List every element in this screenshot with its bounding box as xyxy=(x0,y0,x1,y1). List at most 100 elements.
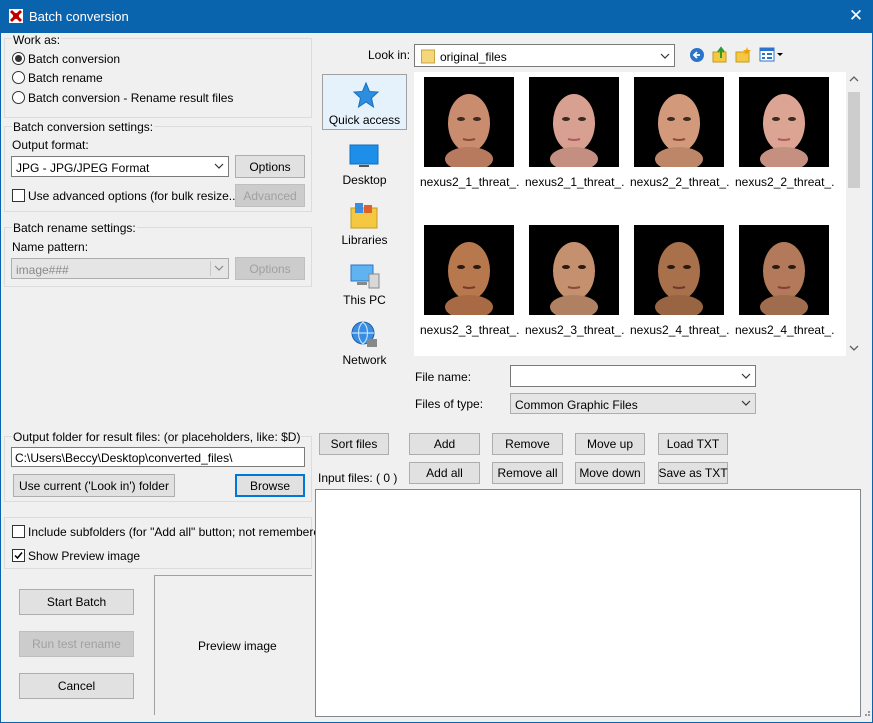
remove-button[interactable]: Remove xyxy=(492,433,563,455)
radio-batch-conversion[interactable] xyxy=(12,52,25,65)
window-title: Batch conversion xyxy=(29,9,129,24)
radio-conversion-rename-label[interactable]: Batch conversion - Rename result files xyxy=(28,91,233,105)
place-desktop[interactable]: Desktop xyxy=(322,141,407,193)
advanced-options-label[interactable]: Use advanced options (for bulk resize...… xyxy=(28,189,243,203)
rename-settings-label: Batch rename settings: xyxy=(12,221,137,235)
libraries-icon xyxy=(349,202,379,233)
place-this-pc[interactable]: This PC xyxy=(322,261,407,313)
save-as-txt-button[interactable]: Save as TXT xyxy=(658,462,728,484)
file-name[interactable]: nexus2_2_threat_... xyxy=(735,175,835,189)
files-of-type-label: Files of type: xyxy=(415,397,484,411)
file-thumbnail[interactable] xyxy=(634,77,724,167)
file-name[interactable]: nexus2_1_threat_... xyxy=(420,175,520,189)
show-preview-checkbox[interactable] xyxy=(12,549,25,562)
radio-batch-rename-label[interactable]: Batch rename xyxy=(28,71,103,85)
cancel-button[interactable]: Cancel xyxy=(19,673,134,699)
place-libraries[interactable]: Libraries xyxy=(322,201,407,253)
move-down-button[interactable]: Move down xyxy=(575,462,645,484)
file-thumbnail[interactable] xyxy=(634,225,724,315)
place-quick-access[interactable]: Quick access xyxy=(322,74,407,130)
browse-button[interactable]: Browse xyxy=(235,474,305,497)
network-icon xyxy=(349,321,379,352)
show-preview-label[interactable]: Show Preview image xyxy=(28,549,140,563)
file-name-input[interactable] xyxy=(510,365,756,387)
up-folder-icon[interactable] xyxy=(712,46,728,66)
chevron-down-icon xyxy=(741,396,751,413)
divider xyxy=(210,261,211,276)
look-in-label: Look in: xyxy=(368,48,411,62)
file-name[interactable]: nexus2_3_threat_... xyxy=(525,323,625,337)
input-files-label: Input files: ( 0 ) xyxy=(318,471,398,485)
chevron-down-icon[interactable] xyxy=(741,369,751,386)
output-folder-input[interactable]: C:\Users\Beccy\Desktop\converted_files\ xyxy=(11,447,305,467)
file-thumbnail[interactable] xyxy=(739,225,829,315)
file-name[interactable]: nexus2_3_threat_... xyxy=(420,323,520,337)
file-name[interactable]: nexus2_4_threat_... xyxy=(630,323,730,337)
look-in-value: original_files xyxy=(440,50,507,64)
new-folder-icon[interactable] xyxy=(735,46,752,66)
start-batch-button[interactable]: Start Batch xyxy=(19,589,134,615)
file-thumbnail[interactable] xyxy=(529,225,619,315)
conversion-settings-label: Batch conversion settings: xyxy=(12,120,155,134)
output-folder-path: C:\Users\Beccy\Desktop\converted_files\ xyxy=(15,451,233,465)
app-icon xyxy=(8,8,24,24)
place-label: Desktop xyxy=(342,173,387,187)
star-icon xyxy=(352,81,380,112)
add-all-button[interactable]: Add all xyxy=(409,462,480,484)
look-in-select[interactable]: original_files xyxy=(414,44,675,67)
output-format-select[interactable]: JPG - JPG/JPEG Format xyxy=(11,156,229,177)
title-bar: Batch conversion ✕ xyxy=(0,0,873,33)
view-menu-icon[interactable] xyxy=(759,47,785,66)
advanced-button[interactable]: Advanced xyxy=(235,184,305,207)
file-thumbnail[interactable] xyxy=(424,77,514,167)
advanced-options-checkbox[interactable] xyxy=(12,189,25,202)
file-name[interactable]: nexus2_2_threat_... xyxy=(630,175,730,189)
close-icon[interactable]: ✕ xyxy=(843,4,869,28)
work-as-label: Work as: xyxy=(12,33,62,47)
sort-files-button[interactable]: Sort files xyxy=(319,433,389,455)
run-test-rename-button[interactable]: Run test rename xyxy=(19,631,134,657)
file-name[interactable]: nexus2_1_threat_... xyxy=(525,175,625,189)
use-current-folder-button[interactable]: Use current ('Look in') folder xyxy=(13,474,175,497)
name-pattern-label: Name pattern: xyxy=(12,240,89,254)
scroll-down-icon[interactable] xyxy=(849,342,859,356)
resize-grip-icon[interactable] xyxy=(861,706,871,716)
name-pattern-value: image### xyxy=(16,263,69,277)
rename-options-button[interactable]: Options xyxy=(235,257,305,280)
file-list-scrollbar[interactable] xyxy=(846,72,862,356)
place-network[interactable]: Network xyxy=(322,321,407,373)
include-subfolders-checkbox[interactable] xyxy=(12,525,25,538)
chevron-down-icon xyxy=(214,159,224,176)
chevron-down-icon xyxy=(660,49,670,66)
back-icon[interactable] xyxy=(689,47,705,66)
add-button[interactable]: Add xyxy=(409,433,480,455)
file-name[interactable]: nexus2_4_threat_... xyxy=(735,323,835,337)
chevron-down-icon xyxy=(214,261,224,278)
name-pattern-input[interactable]: image### xyxy=(11,258,229,279)
move-up-button[interactable]: Move up xyxy=(575,433,645,455)
input-files-list[interactable] xyxy=(315,489,861,717)
place-label: Libraries xyxy=(341,233,388,247)
load-txt-button[interactable]: Load TXT xyxy=(658,433,728,455)
output-folder-label: Output folder for result files: (or plac… xyxy=(12,430,302,444)
file-thumbnail[interactable] xyxy=(739,77,829,167)
preview-label: Preview image xyxy=(198,639,277,653)
this-pc-icon xyxy=(349,262,381,293)
files-of-type-value: Common Graphic Files xyxy=(515,398,638,412)
radio-batch-conversion-label[interactable]: Batch conversion xyxy=(28,52,120,66)
radio-conversion-rename[interactable] xyxy=(12,91,25,104)
include-subfolders-label[interactable]: Include subfolders (for "Add all" button… xyxy=(28,525,331,539)
files-of-type-select[interactable]: Common Graphic Files xyxy=(510,393,756,414)
file-name-label: File name: xyxy=(415,370,472,384)
scroll-thumb[interactable] xyxy=(848,92,860,188)
scroll-up-icon[interactable] xyxy=(849,74,859,86)
output-format-label: Output format: xyxy=(12,138,89,152)
format-options-button[interactable]: Options xyxy=(235,155,305,178)
radio-batch-rename[interactable] xyxy=(12,71,25,84)
file-thumbnail[interactable] xyxy=(424,225,514,315)
remove-all-button[interactable]: Remove all xyxy=(492,462,563,484)
place-label: This PC xyxy=(343,293,386,307)
output-format-value: JPG - JPG/JPEG Format xyxy=(16,161,150,175)
file-thumbnail[interactable] xyxy=(529,77,619,167)
place-label: Quick access xyxy=(328,113,401,127)
